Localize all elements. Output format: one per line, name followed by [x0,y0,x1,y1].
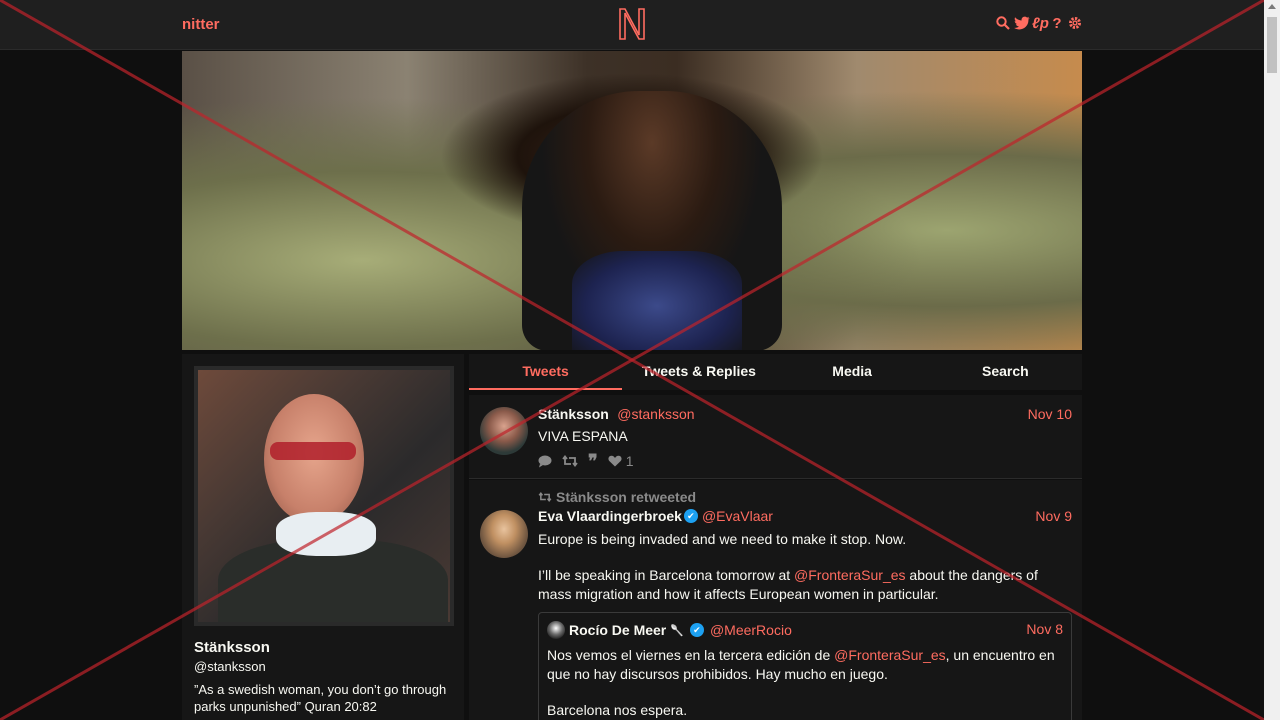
navbar: nitter ℓp ? [0,0,1264,50]
tweet-avatar[interactable] [480,510,528,558]
help-icon[interactable]: ? [1050,16,1064,32]
tweet-content: Europe is being invaded and we need to m… [538,530,1058,604]
retweet-header-icon [538,492,552,502]
retweet-header-text: Stänksson retweeted [556,489,697,505]
page-scrollbar[interactable] [1264,0,1280,720]
quote-emoji: 🥄 [670,624,684,637]
nav-icons: ℓp ? [996,16,1082,32]
timeline-tabs: Tweets Tweets & Replies Media Search [469,354,1082,390]
like-count: 1 [625,453,634,469]
tweet-stats: ❞ 1 [538,452,634,470]
banner-shirt [572,251,742,350]
tweet-content-p1: Europe is being invaded and we need to m… [538,531,907,547]
quote-content-p2: Barcelona nos espera. [547,702,688,718]
tweet-fullname[interactable]: Eva Vlaardingerbroek [538,508,682,524]
tweet-avatar[interactable] [480,407,528,455]
quoted-tweet[interactable]: Rocío De Meer 🥄 ✔ @MeerRocio Nov 8 Nos v… [538,612,1072,720]
tweet-text-part: I’ll be speaking in Barcelona tomorrow a… [538,567,795,583]
tweet-username[interactable]: @stanksson [617,406,694,422]
verified-icon: ✔ [683,509,698,523]
profile-username[interactable]: @stanksson [194,659,266,674]
tweet-fullname[interactable]: Stänksson [538,406,609,422]
verified-icon: ✔ [689,623,704,637]
mention-link[interactable]: @FronteraSur_es [794,567,905,583]
tweet-username[interactable]: @EvaVlaar [702,508,773,524]
quote-date[interactable]: Nov 8 [1026,621,1063,637]
reply-icon[interactable] [538,455,552,468]
retweet-header: Stänksson retweeted [538,489,696,505]
tab-media[interactable]: Media [776,354,929,390]
quote-fullname[interactable]: Rocío De Meer [569,622,666,638]
tweet-content-p2: I’ll be speaking in Barcelona tomorrow a… [538,566,1058,604]
avatar-glasses [270,442,356,460]
quote-text-part: Nos vemos el viernes en la tercera edici… [547,647,835,663]
quote-icon[interactable]: ❞ [588,452,598,470]
timeline: Tweets Tweets & Replies Media Search Stä… [469,354,1082,720]
profile-banner[interactable] [182,51,1082,350]
twitter-icon[interactable] [1014,16,1030,32]
quote-header: Rocío De Meer 🥄 ✔ @MeerRocio [547,621,792,639]
rss-icon[interactable]: ℓp [1032,16,1049,32]
tweet-date[interactable]: Nov 10 [1028,406,1072,422]
tweet-content: VIVA ESPANA [538,428,628,444]
settings-icon[interactable] [1068,16,1082,32]
like-icon[interactable]: 1 [608,453,634,469]
tweet-date[interactable]: Nov 9 [1035,508,1072,524]
profile-fullname[interactable]: Stänksson [194,639,270,656]
tab-tweets[interactable]: Tweets [469,354,623,390]
avatar-collar [276,512,376,556]
quote-content-p1: Nos vemos el viernes en la tercera edici… [547,646,1062,684]
tab-search[interactable]: Search [929,354,1082,390]
profile-avatar[interactable] [194,366,454,626]
nitter-home-link[interactable]: nitter [182,16,220,33]
nitter-logo-icon[interactable] [617,7,647,41]
tweet[interactable]: Stänksson retweeted Eva Vlaardingerbroek… [469,480,1082,720]
retweet-icon[interactable] [562,455,578,467]
scrollbar-thumb[interactable] [1267,17,1277,73]
tweet[interactable]: Stänksson @stanksson Nov 10 VIVA ESPANA … [469,395,1082,479]
scroll-up-icon[interactable] [1268,4,1276,9]
quote-username[interactable]: @MeerRocio [710,622,792,638]
profile-card: Stänksson @stanksson ”As a swedish woman… [182,354,464,720]
profile-bio: ”As a swedish woman, you don’t go throug… [194,682,447,714]
tab-tweets-replies[interactable]: Tweets & Replies [622,354,775,390]
quote-avatar[interactable] [547,621,565,639]
quote-content: Nos vemos el viernes en la tercera edici… [547,646,1062,720]
mention-link[interactable]: @FronteraSur_es [834,647,945,663]
search-icon[interactable] [996,16,1010,32]
